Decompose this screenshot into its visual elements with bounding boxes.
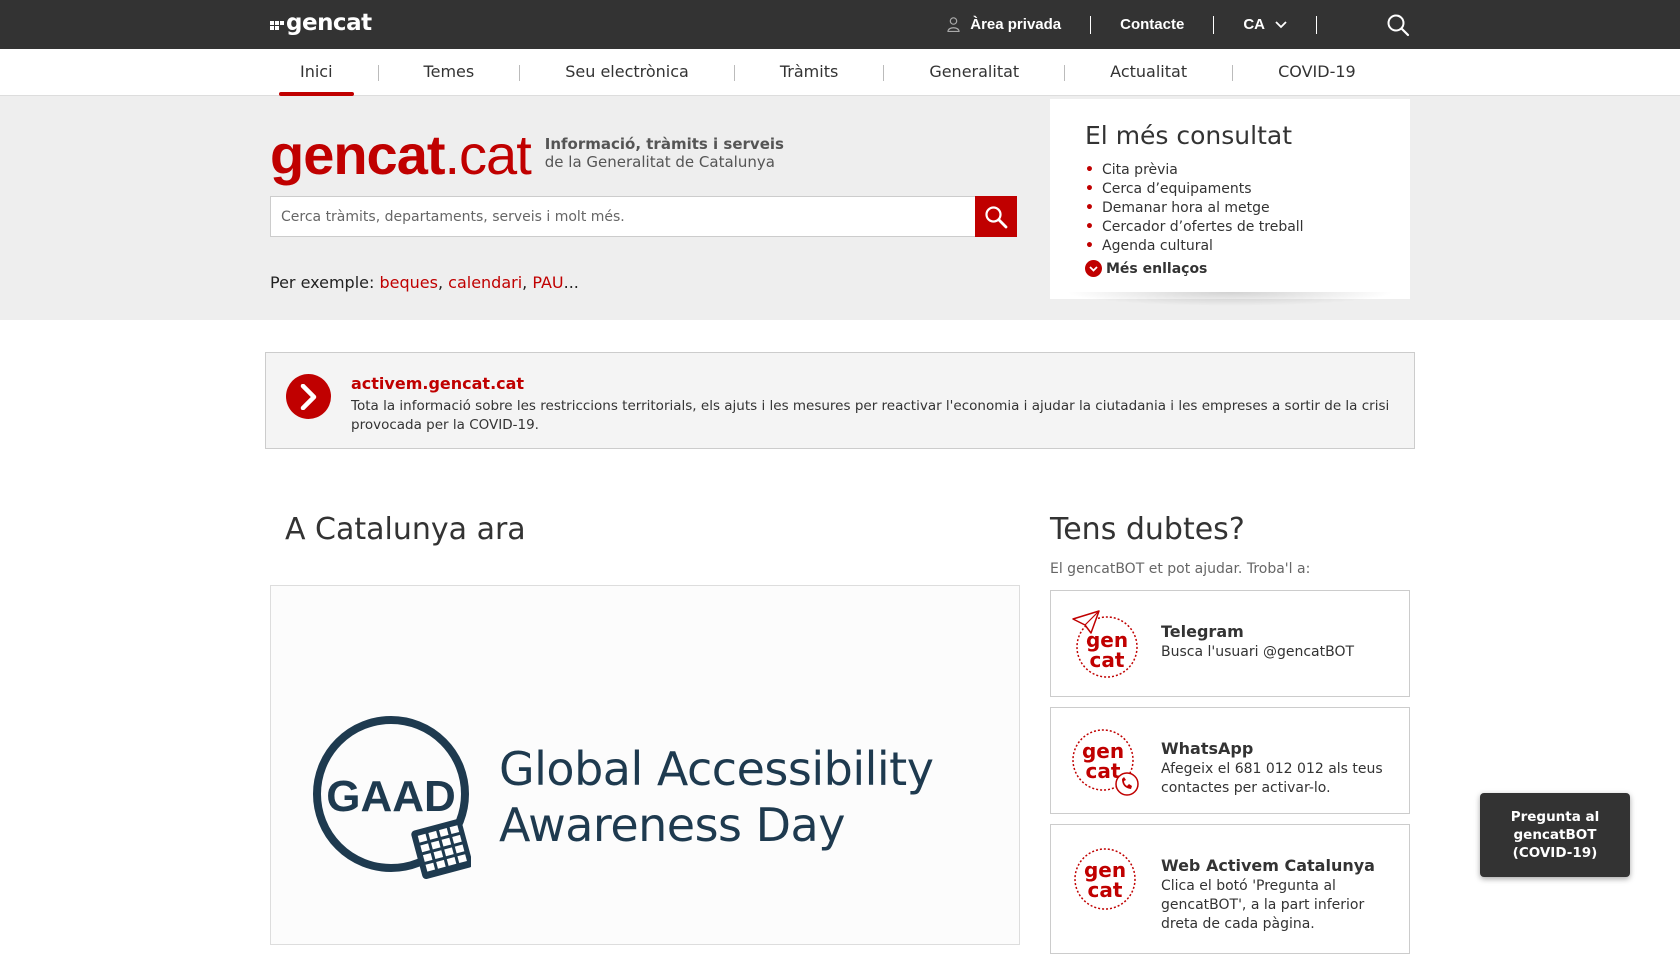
search-input[interactable] (271, 197, 971, 236)
feature-heading: Global Accessibility Awareness Day (499, 741, 934, 853)
bot-icon-text: cat (1086, 759, 1121, 783)
language-selector[interactable]: CA (1243, 16, 1287, 33)
nav-item-label: Tràmits (779, 62, 839, 81)
bot-icon-text: cat (1088, 878, 1123, 902)
brand-subtitle-line2: de la Generalitat de Catalunya (544, 153, 775, 171)
catalunya-ara-title: A Catalunya ara (285, 512, 526, 547)
nav-sep (1040, 49, 1089, 96)
telegram-bot-icon: gen cat (1072, 610, 1138, 678)
nav-item-generalitat[interactable]: Generalitat (908, 49, 1040, 96)
divider (1316, 15, 1317, 34)
nav-item-label: Actualitat (1110, 62, 1188, 81)
most-consulted-box: El més consultat Cita prèvia Cerca d’equ… (1050, 99, 1410, 299)
brand-wordmark: gencat.cat (270, 122, 532, 188)
nav-item-actualitat[interactable]: Actualitat (1089, 49, 1208, 96)
gaad-logo-icon: GAAD (313, 716, 471, 879)
web-bot-icon: gen cat (1074, 848, 1136, 910)
nav-sep (495, 49, 544, 96)
top-bar: gencat Àrea privada Contacte CA (0, 0, 1680, 49)
examples-suffix: ... (563, 273, 579, 292)
gencat-logo[interactable]: gencat (270, 10, 372, 36)
brand-bold: gencat (270, 123, 445, 186)
divider (1213, 15, 1215, 34)
search-icon[interactable] (1386, 13, 1410, 37)
card-text: Clica el botó 'Pregunta al gencatBOT', a… (1161, 878, 1365, 932)
example-link-beques[interactable]: beques (379, 273, 437, 292)
most-consulted-link[interactable]: Cercador d’ofertes de treball (1085, 218, 1304, 237)
most-consulted-link[interactable]: Agenda cultural (1085, 237, 1304, 256)
nav-sep (859, 49, 908, 96)
private-area-label: Àrea privada (970, 16, 1062, 33)
gencat-brand[interactable]: gencat.cat Informació, tràmits i serveis… (270, 122, 784, 188)
chevron-down-circle-icon (1085, 260, 1102, 277)
examples-label: Per exemple: (270, 273, 375, 292)
telegram-card[interactable]: gen cat Telegram Busca l'usuari @gencatB… (1050, 590, 1410, 697)
nav-item-tramits[interactable]: Tràmits (759, 49, 859, 96)
alert-title-link[interactable]: activem.gencat.cat (351, 374, 524, 393)
brand-subtitle: Informació, tràmits i serveis de la Gene… (545, 135, 784, 171)
nav-item-label: Inici (279, 49, 354, 96)
nav-item-seu-electronica[interactable]: Seu electrònica (544, 49, 710, 96)
nav-item-label: COVID-19 (1278, 62, 1356, 81)
web-activem-card[interactable]: gen cat Web Activem Catalunya Clica el b… (1050, 824, 1410, 954)
whatsapp-bot-icon: gen cat (1072, 729, 1139, 796)
nav-item-label: Generalitat (929, 62, 1020, 81)
nav-item-label: Temes (423, 62, 475, 81)
card-text: Busca l'usuari @gencatBOT (1161, 644, 1355, 660)
feature-line2: Awareness Day (499, 798, 845, 852)
most-consulted-title: El més consultat (1085, 121, 1293, 150)
nav-item-temes[interactable]: Temes (403, 49, 496, 96)
feature-line1: Global Accessibility (499, 742, 934, 796)
nav-sep (710, 49, 759, 96)
covid-alert-banner[interactable]: activem.gencat.cat Tota la informació so… (265, 352, 1415, 449)
nav-sep (354, 49, 403, 96)
example-link-pau[interactable]: PAU (532, 273, 563, 292)
contact-link[interactable]: Contacte (1120, 16, 1184, 33)
ask-gencatbot-button[interactable]: Pregunta al gencatBOT (COVID-19) (1480, 793, 1630, 877)
nav-item-inici[interactable]: Inici (279, 49, 354, 96)
most-consulted-link[interactable]: Cerca d’equipaments (1085, 180, 1304, 199)
card-title: WhatsApp (1161, 739, 1254, 758)
card-title: Telegram (1161, 622, 1244, 641)
card-title: Web Activem Catalunya (1161, 856, 1375, 875)
brand-subtitle-line1: Informació, tràmits i serveis (544, 135, 784, 153)
whatsapp-card[interactable]: gen cat WhatsApp Afegeix el 681 012 012 … (1050, 707, 1410, 814)
divider (1090, 15, 1092, 34)
search-icon (985, 205, 1008, 228)
nav-item-label: Seu electrònica (565, 62, 689, 81)
example-link-calendari[interactable]: calendari (448, 273, 522, 292)
most-consulted-list: Cita prèvia Cerca d’equipaments Demanar … (1085, 161, 1304, 256)
chevron-right-icon (286, 374, 331, 419)
nav-item-covid[interactable]: COVID-19 (1257, 49, 1377, 96)
tens-dubtes-subtitle: El gencatBOT et pot ajudar. Troba'l a: (1050, 561, 1311, 577)
brand-light: .cat (444, 123, 532, 186)
main-nav: Inici Temes Seu electrònica Tràmits Gene… (0, 49, 1680, 96)
language-label: CA (1243, 16, 1265, 33)
feature-card[interactable]: GAAD Global Accessibility Awareness Day (270, 585, 1020, 945)
top-nav: Àrea privada Contacte CA (947, 0, 1410, 49)
chevron-down-icon (1275, 20, 1287, 28)
private-area-link[interactable]: Àrea privada (947, 16, 1061, 33)
box-shadow (1065, 292, 1395, 306)
tens-dubtes-title: Tens dubtes? (1050, 512, 1245, 547)
search-examples: Per exemple: beques, calendari, PAU... (270, 273, 579, 292)
nav-sep (1208, 49, 1257, 96)
search-box (270, 196, 1017, 237)
logo-dots-icon (270, 15, 284, 31)
user-icon (947, 17, 960, 32)
bot-icon-text: cat (1090, 648, 1125, 672)
gaad-logo-text: GAAD (326, 772, 456, 821)
search-button[interactable] (975, 196, 1017, 237)
most-consulted-link[interactable]: Cita prèvia (1085, 161, 1304, 180)
more-links-button[interactable]: Més enllaços (1085, 260, 1207, 277)
logo-text: gencat (286, 10, 372, 36)
more-links-label: Més enllaços (1106, 260, 1208, 277)
alert-text: Tota la informació sobre les restriccion… (351, 398, 1390, 433)
most-consulted-link[interactable]: Demanar hora al metge (1085, 199, 1304, 218)
card-text: Afegeix el 681 012 012 als teus contacte… (1161, 761, 1383, 796)
